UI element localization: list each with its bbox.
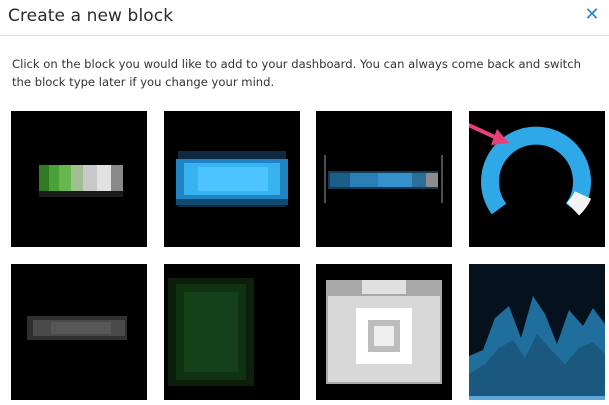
block-bar-icon [176, 151, 288, 207]
block-tile-camera[interactable] [316, 264, 452, 400]
block-tile-slider-blue[interactable] [316, 111, 452, 247]
block-chart-icon [469, 264, 605, 400]
block-panel-icon [168, 278, 254, 386]
block-tile-bar-blue[interactable] [164, 111, 300, 247]
block-image-icon [326, 280, 442, 384]
dialog-header: Create a new block ✕ [0, 0, 609, 36]
block-text-icon [27, 316, 127, 340]
close-icon[interactable]: ✕ [584, 6, 600, 24]
block-tile-progress-green[interactable] [11, 111, 147, 247]
dialog-description: Click on the block you would like to add… [12, 57, 581, 89]
dialog-title: Create a new block [8, 6, 174, 26]
block-tile-gauge[interactable] [469, 111, 605, 247]
block-slider-icon [324, 155, 443, 203]
block-progress-icon [39, 165, 123, 197]
block-tile-bar-gray[interactable] [11, 264, 147, 400]
block-tile-line-chart[interactable] [469, 264, 605, 400]
block-tile-panel-green[interactable] [164, 264, 300, 400]
block-gauge-icon [469, 122, 592, 216]
